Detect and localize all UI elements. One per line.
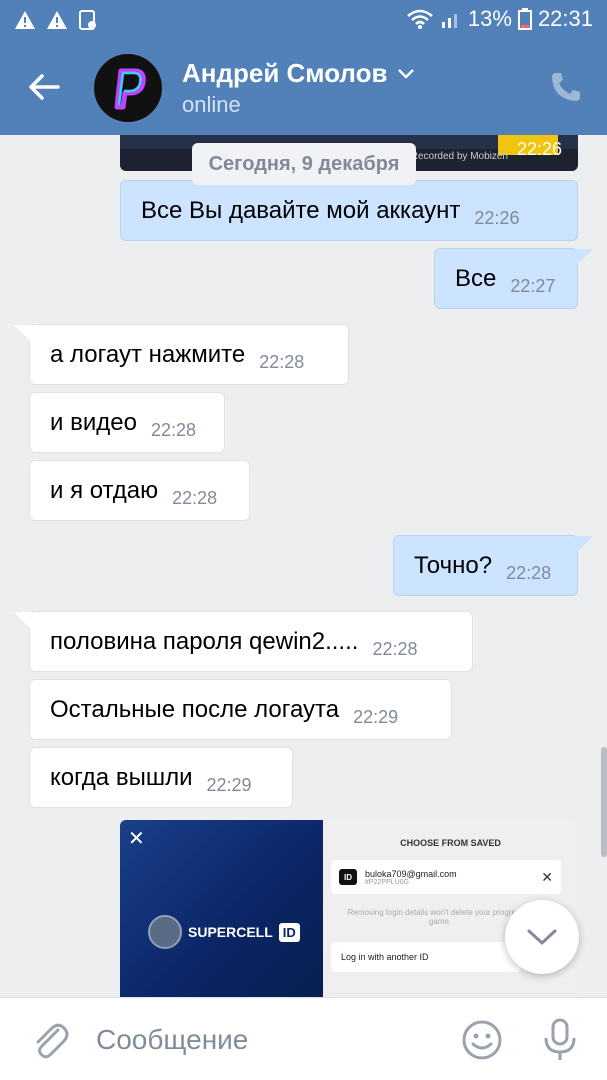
- contact-name-button[interactable]: Андрей Смолов: [182, 58, 415, 89]
- emoji-icon[interactable]: [460, 1018, 504, 1062]
- remove-icon: ✕: [541, 868, 553, 885]
- message-text: Все Вы давайте мой аккаунт: [141, 196, 461, 224]
- avatar[interactable]: [94, 54, 162, 122]
- message-text: Все: [455, 264, 497, 292]
- message-input[interactable]: [96, 1022, 426, 1058]
- screenshot-game-panel: ✕ SUPERCELL ID: [120, 820, 323, 997]
- message-time: 22:29: [206, 775, 252, 795]
- scrollbar[interactable]: [601, 747, 607, 857]
- avatar-logo-icon: [114, 68, 146, 110]
- message-bubble-incoming[interactable]: и видео 22:28: [29, 392, 225, 453]
- app-header: 13% 22:31 Андрей Смолов online: [0, 0, 607, 135]
- message-text: Точно?: [414, 551, 493, 579]
- status-bar: 13% 22:31: [0, 0, 607, 40]
- message-list[interactable]: Recorded by Mobizen 22:26 Сегодня, 9 дек…: [0, 135, 607, 997]
- clock: 22:31: [537, 6, 593, 31]
- message-bubble-incoming[interactable]: а логаут нажмите 22:28: [14, 324, 349, 385]
- message-time: 22:29: [353, 707, 399, 727]
- message-composer: [0, 997, 607, 1080]
- account-email: buloka709@gmail.com: [365, 868, 457, 879]
- account-info: buloka709@gmail.com #P22PPLU0G: [365, 869, 457, 886]
- battery-percent: 13%: [467, 6, 512, 31]
- chevron-down-icon: [527, 929, 557, 946]
- video-watermark: Recorded by Mobizen: [410, 151, 508, 162]
- supercell-id-logo: SUPERCELL ID: [148, 915, 300, 949]
- microphone-icon[interactable]: [540, 1016, 580, 1064]
- message-bubble-incoming[interactable]: когда вышли 22:29: [29, 747, 293, 808]
- message-bubble-outgoing[interactable]: Точно? 22:28: [393, 535, 593, 596]
- account-tag: #P22PPLU0G: [365, 878, 409, 886]
- data-saver-icon: [79, 10, 96, 30]
- message-time: 22:26: [516, 139, 562, 159]
- chevron-down-icon: [398, 68, 415, 79]
- contact-name: Андрей Смолов: [182, 58, 388, 88]
- message-time: 22:27: [510, 276, 556, 296]
- message-time: 22:28: [506, 563, 552, 583]
- saved-account-card: ID buloka709@gmail.com #P22PPLU0G ✕: [331, 860, 561, 894]
- login-other-button: Log in with another ID: [331, 942, 521, 972]
- message-text: и я отдаю: [50, 476, 159, 504]
- message-time: 22:26: [474, 208, 520, 228]
- badge-icon: [148, 915, 182, 949]
- message-text: а логаут нажмите: [50, 340, 246, 368]
- warning-icon: [15, 11, 35, 29]
- message-bubble-outgoing[interactable]: Все 22:27: [434, 248, 593, 309]
- logo-badge: ID: [278, 922, 300, 942]
- message-time: 22:28: [172, 488, 218, 508]
- image-attachment[interactable]: ✕ SUPERCELL ID CHOOSE FROM SAVED ID bulo…: [120, 820, 578, 997]
- paperclip-icon[interactable]: [30, 1018, 70, 1062]
- wifi-icon: [407, 9, 433, 29]
- message-bubble-incoming[interactable]: Остальные после логаута 22:29: [29, 679, 452, 740]
- message-text: когда вышли: [50, 763, 193, 791]
- panel-title: CHOOSE FROM SAVED: [400, 838, 501, 848]
- message-time: 22:28: [259, 352, 305, 372]
- message-text: и видео: [50, 408, 137, 436]
- message-bubble-incoming[interactable]: половина пароля qewin2..... 22:28: [14, 611, 473, 672]
- scroll-down-button[interactable]: [505, 900, 579, 974]
- contact-status: online: [182, 92, 241, 117]
- message-time: 22:28: [372, 639, 418, 659]
- warning-icon: [47, 11, 67, 29]
- back-arrow-icon[interactable]: [22, 65, 66, 109]
- phone-icon[interactable]: [549, 70, 583, 104]
- message-text: половина пароля qewin2.....: [50, 627, 359, 655]
- signal-icon: [441, 14, 457, 28]
- message-bubble-outgoing[interactable]: Все Вы давайте мой аккаунт 22:26: [120, 180, 578, 241]
- message-time: 22:28: [150, 420, 196, 440]
- date-separator: Сегодня, 9 декабря: [192, 143, 416, 185]
- logo-text: SUPERCELL: [188, 924, 273, 940]
- id-chip: ID: [339, 869, 357, 885]
- app-bar: Андрей Смолов online: [0, 40, 607, 135]
- message-text: Остальные после логаута: [50, 695, 340, 723]
- close-icon: ✕: [128, 828, 145, 850]
- message-bubble-incoming[interactable]: и я отдаю 22:28: [29, 460, 250, 521]
- battery-icon: [517, 8, 532, 30]
